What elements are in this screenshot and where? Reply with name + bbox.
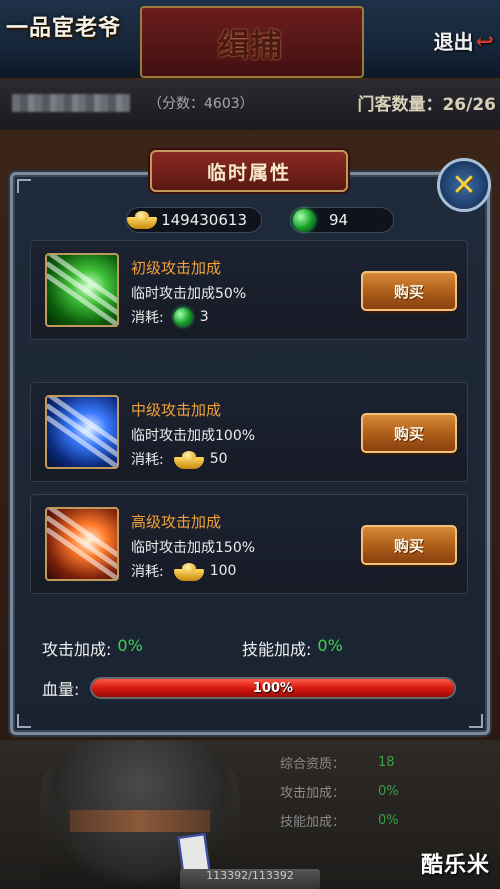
page-title: 缉捕 <box>217 26 282 64</box>
item-cost: 消耗: 3 <box>131 307 209 327</box>
corner-ornament <box>17 179 31 193</box>
gold-ingot-icon <box>173 561 204 581</box>
stat-label: 攻击加成： <box>280 786 346 801</box>
stat-label: 技能加成： <box>280 815 346 830</box>
attack-bonus-label: 攻击加成: <box>42 640 112 659</box>
jade-amount: 94 <box>329 211 349 229</box>
dialog-title: 临时属性 <box>150 150 348 192</box>
stat-label: 综合资质： <box>280 757 346 772</box>
corner-ornament <box>469 714 483 728</box>
gold-balance: 149430613 <box>126 207 262 233</box>
buy-button[interactable]: 购买 <box>361 271 457 311</box>
skill-bonus-label: 技能加成: <box>242 640 312 659</box>
character-belt <box>70 810 210 832</box>
item-card: 初级攻击加成 临时攻击加成50% 消耗: 3 购买 <box>30 240 468 340</box>
jade-balance: 94 <box>290 207 394 233</box>
guest-count: 门客数量：26/26 <box>357 95 496 115</box>
buy-button[interactable]: 购买 <box>361 413 457 453</box>
stats-row: 综合资质： 18 <box>280 748 399 777</box>
item-desc: 临时攻击加成150% <box>131 540 256 556</box>
corner-ornament <box>17 714 31 728</box>
score-text: （分数：4603） <box>148 96 254 112</box>
hp-value: 100% <box>252 680 294 696</box>
jade-gem-icon <box>293 209 315 231</box>
close-x-icon[interactable]: ✕ <box>437 158 491 212</box>
gold-amount: 149430613 <box>161 211 247 229</box>
item-cost: 消耗: 50 <box>131 449 228 469</box>
item-name: 中级攻击加成 <box>131 401 222 419</box>
game-logo: 一品宦老爷 <box>6 15 122 41</box>
exit-label: 退出 <box>433 30 474 54</box>
attack-boost-blue-icon <box>45 395 119 469</box>
jade-gem-icon <box>173 308 192 326</box>
buy-button[interactable]: 购买 <box>361 525 457 565</box>
stat-value: 18 <box>378 755 395 770</box>
info-bar: （分数：4603） 门客数量：26/26 <box>0 80 500 130</box>
cost-value: 50 <box>209 451 228 467</box>
cost-label: 消耗: <box>131 564 164 580</box>
item-name: 初级攻击加成 <box>131 259 222 277</box>
cost-value: 100 <box>209 563 237 579</box>
gold-ingot-icon <box>173 449 204 469</box>
hp-row: 血量: 100% <box>42 676 456 700</box>
item-desc: 临时攻击加成50% <box>131 286 247 302</box>
item-card: 中级攻击加成 临时攻击加成100% 消耗: 50 购买 <box>30 382 468 482</box>
gold-ingot-icon <box>127 209 158 231</box>
character-hp-text: 113392/113392 <box>180 869 320 889</box>
background-stats: 综合资质： 18 攻击加成： 0% 技能加成： 0% <box>280 748 399 835</box>
skill-bonus-group: 技能加成: 0% <box>242 636 343 660</box>
stats-row: 攻击加成： 0% <box>280 777 399 806</box>
currency-row: 149430613 94 <box>126 207 394 233</box>
cost-label: 消耗: <box>131 310 164 326</box>
exit-button[interactable]: 退出↩ <box>434 26 494 55</box>
stats-row: 技能加成： 0% <box>280 806 399 835</box>
stat-value: 0% <box>378 784 399 799</box>
stat-value: 0% <box>378 813 399 828</box>
watermark: 酷乐米 <box>420 853 490 878</box>
attack-bonus-value: 0% <box>117 636 143 655</box>
item-cost: 消耗: 100 <box>131 561 236 581</box>
cost-label: 消耗: <box>131 452 164 468</box>
item-name: 高级攻击加成 <box>131 513 222 531</box>
hp-label: 血量: <box>42 680 80 699</box>
bonus-row: 攻击加成: 0% 技能加成: 0% <box>42 636 343 660</box>
item-card: 高级攻击加成 临时攻击加成150% 消耗: 100 购买 <box>30 494 468 594</box>
return-arrow-icon: ↩ <box>475 29 494 55</box>
item-desc: 临时攻击加成100% <box>131 428 256 444</box>
attack-boost-green-icon <box>45 253 119 327</box>
hp-bar: 100% <box>90 677 456 699</box>
attack-boost-orange-icon <box>45 507 119 581</box>
skill-bonus-value: 0% <box>317 636 343 655</box>
blurred-username <box>12 94 130 112</box>
cost-value: 3 <box>199 309 209 325</box>
